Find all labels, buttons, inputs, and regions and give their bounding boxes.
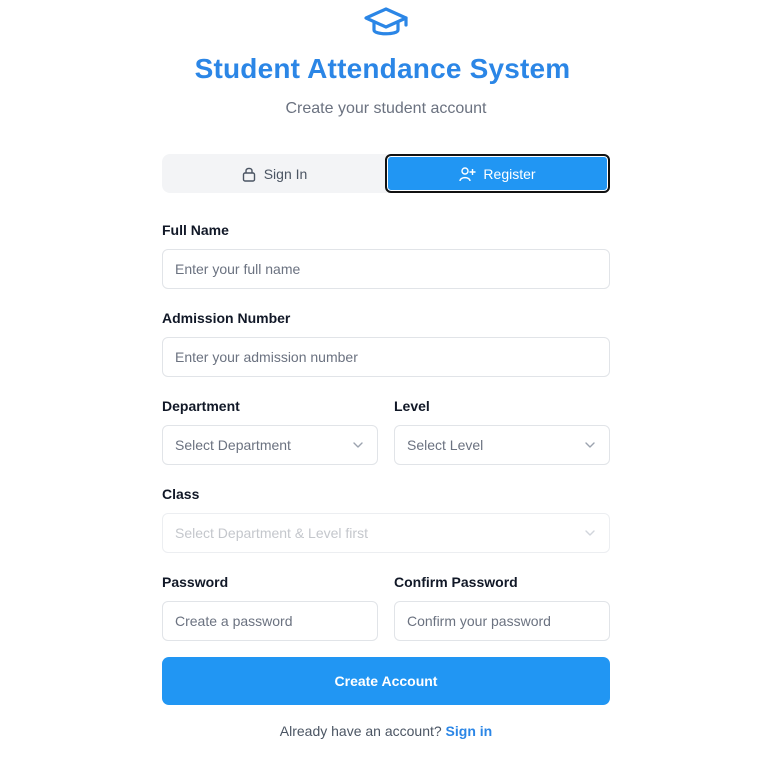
level-select[interactable]: Select Level: [394, 425, 610, 465]
sign-in-prompt: Already have an account? Sign in: [0, 723, 765, 739]
level-select-value: Select Level: [407, 437, 484, 453]
full-name-label: Full Name: [162, 222, 229, 238]
page-title: Student Attendance System: [194, 53, 571, 84]
class-select[interactable]: Select Department & Level first: [162, 513, 610, 553]
full-name-input[interactable]: [162, 249, 610, 289]
department-select-value: Select Department: [175, 437, 291, 453]
password-label: Password: [162, 574, 229, 590]
admission-number-label: Admission Number: [162, 310, 291, 326]
user-plus-icon: [459, 166, 476, 181]
class-label: Class: [162, 486, 200, 502]
tab-sign-in[interactable]: Sign In: [162, 154, 386, 193]
password-input[interactable]: [162, 601, 378, 641]
chevron-down-icon: [353, 442, 363, 448]
lock-icon: [242, 167, 255, 182]
class-select-value: Select Department & Level first: [175, 525, 368, 541]
auth-tabs: Sign In Register: [162, 154, 610, 193]
department-select[interactable]: Select Department: [162, 425, 378, 465]
confirm-password-input[interactable]: [394, 601, 610, 641]
level-label: Level: [394, 398, 430, 414]
tab-sign-in-label: Sign In: [263, 165, 308, 182]
register-page: Student Attendance System Create your st…: [0, 0, 765, 773]
confirm-password-label: Confirm Password: [394, 574, 518, 590]
sign-in-link[interactable]: Sign in: [446, 723, 493, 739]
department-label: Department: [162, 398, 240, 414]
chevron-down-icon: [585, 530, 595, 536]
tab-register[interactable]: Register: [385, 154, 610, 193]
create-account-button[interactable]: Create Account: [162, 657, 610, 705]
admission-number-input[interactable]: [162, 337, 610, 377]
chevron-down-icon: [585, 442, 595, 448]
sign-in-prompt-text: Already have an account?: [279, 723, 442, 739]
graduation-cap-icon: [364, 7, 408, 36]
page-subtitle: Create your student account: [285, 100, 487, 117]
tab-register-label: Register: [483, 165, 536, 182]
